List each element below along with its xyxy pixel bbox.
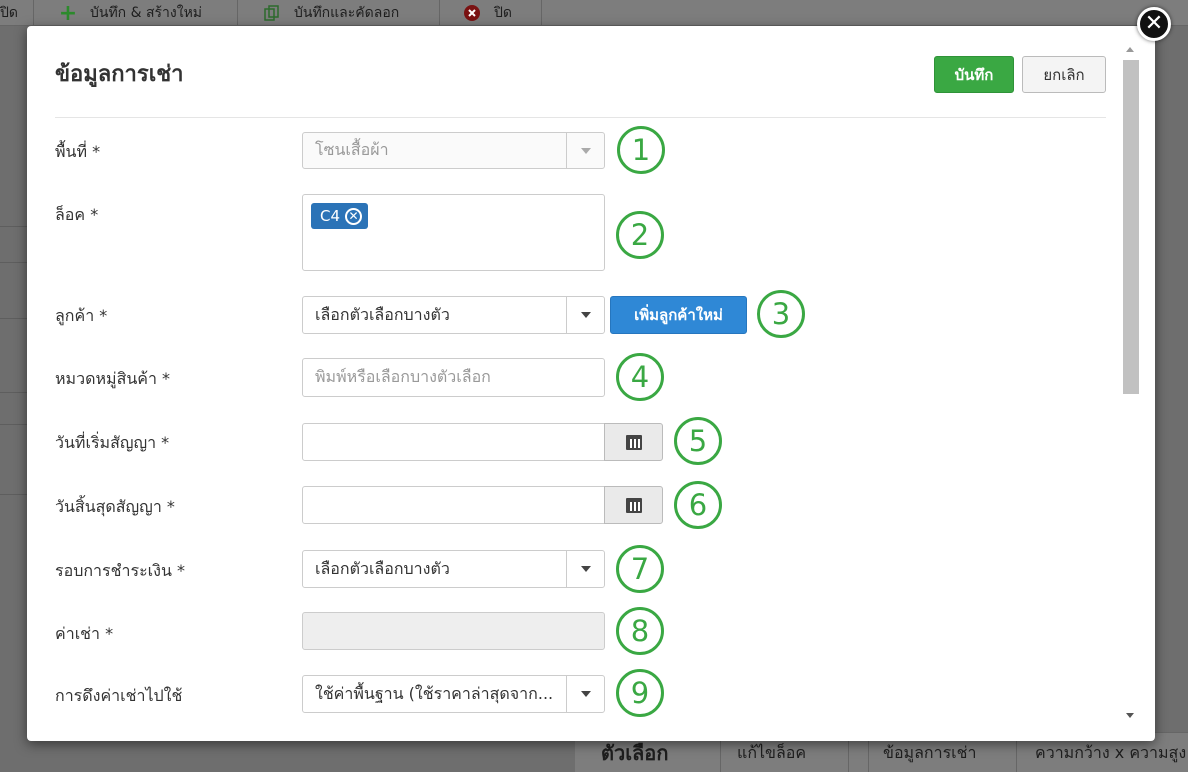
scrollbar-thumb[interactable]	[1123, 60, 1139, 394]
rent-source-label: การดึงค่าเช่าไปใช้	[55, 686, 183, 705]
start-date-label: วันที่เริ่มสัญญา *	[55, 433, 170, 452]
end-date-input[interactable]	[302, 486, 605, 524]
bg-save-copy-label: บันทึกและคัดลอก	[294, 5, 400, 21]
save-button[interactable]: บันทึก	[934, 56, 1014, 93]
lock-tag-label: C4	[320, 207, 341, 225]
start-date-input[interactable]	[302, 423, 605, 461]
area-value: โซนเสื้อผ้า	[315, 140, 389, 159]
marker-7: 7	[616, 545, 664, 593]
tag-remove-icon[interactable]: ✕	[345, 207, 363, 225]
lock-multiselect[interactable]: C4 ✕	[302, 194, 605, 271]
marker-6: 6	[674, 481, 722, 529]
billing-cycle-value: เลือกตัวเลือกบางตัว	[315, 558, 450, 578]
close-icon: ✕	[1144, 11, 1164, 36]
cancel-icon	[464, 5, 480, 21]
modal-title: ข้อมูลการเช่า	[55, 62, 184, 87]
calendar-icon	[625, 497, 642, 513]
rent-label: ค่าเช่า *	[55, 624, 114, 643]
customer-label: ลูกค้า *	[55, 306, 108, 325]
category-label: หมวดหมู่สินค้า *	[55, 369, 171, 388]
marker-1: 1	[617, 126, 665, 174]
chevron-down-icon	[566, 133, 604, 168]
bg-close-left-button: ปิด	[0, 0, 34, 26]
lock-label: ล็อค *	[55, 205, 99, 224]
marker-5: 5	[674, 417, 722, 465]
marker-3: 3	[757, 290, 805, 338]
copy-icon	[264, 5, 280, 21]
close-modal-button[interactable]: ✕	[1137, 7, 1171, 41]
category-placeholder: พิมพ์หรือเลือกบางตัวเลือก	[315, 367, 491, 386]
chevron-down-icon	[566, 297, 604, 333]
scroll-down-arrow-icon[interactable]	[1126, 713, 1134, 718]
area-label: พื้นที่ *	[55, 142, 101, 161]
customer-select[interactable]: เลือกตัวเลือกบางตัว	[302, 296, 605, 334]
end-date-label: วันสิ้นสุดสัญญา *	[55, 497, 175, 516]
bg-save-new-button: + บันทึก & สร้างใหม่	[46, 0, 238, 26]
header-divider	[55, 117, 1106, 118]
area-select[interactable]: โซนเสื้อผ้า	[302, 132, 605, 169]
chevron-down-icon	[566, 676, 604, 712]
bg-close-left-label: ปิด	[0, 5, 18, 21]
add-customer-button[interactable]: เพิ่มลูกค้าใหม่	[610, 296, 747, 334]
plus-icon: +	[58, 0, 78, 26]
modal-scrollbar[interactable]	[1121, 40, 1141, 724]
rent-input	[302, 612, 605, 650]
cancel-button[interactable]: ยกเลิก	[1022, 56, 1106, 93]
bg-close-label: ปิด	[494, 5, 512, 21]
rent-source-value: ใช้ค่าพื้นฐาน (ใช้ราคาล่าสุดจาก...	[315, 683, 554, 703]
billing-cycle-label: รอบการชำระเงิน *	[55, 561, 185, 580]
bg-close-button: ปิด	[452, 0, 542, 26]
start-date-calendar-button[interactable]	[604, 423, 663, 461]
marker-8: 8	[616, 607, 664, 655]
rent-source-select[interactable]: ใช้ค่าพื้นฐาน (ใช้ราคาล่าสุดจาก...	[302, 675, 605, 713]
billing-cycle-select[interactable]: เลือกตัวเลือกบางตัว	[302, 550, 605, 588]
calendar-icon	[625, 434, 642, 450]
lock-tag: C4 ✕	[311, 203, 369, 229]
customer-value: เลือกตัวเลือกบางตัว	[315, 304, 450, 324]
bg-save-copy-button: บันทึกและคัดลอก	[250, 0, 440, 26]
background-toolbar: ปิด + บันทึก & สร้างใหม่ บันทึกและคัดลอก…	[0, 0, 1188, 26]
bg-save-new-label: บันทึก & สร้างใหม่	[90, 5, 203, 21]
category-input[interactable]: พิมพ์หรือเลือกบางตัวเลือก	[302, 358, 605, 397]
chevron-down-icon	[566, 551, 604, 587]
marker-2: 2	[616, 211, 664, 259]
end-date-calendar-button[interactable]	[604, 486, 663, 524]
marker-4: 4	[616, 353, 664, 401]
rental-info-modal: ข้อมูลการเช่า บันทึก ยกเลิก พื้นที่ * โซ…	[27, 26, 1155, 741]
marker-9: 9	[616, 669, 664, 717]
scroll-up-arrow-icon[interactable]	[1126, 47, 1134, 52]
